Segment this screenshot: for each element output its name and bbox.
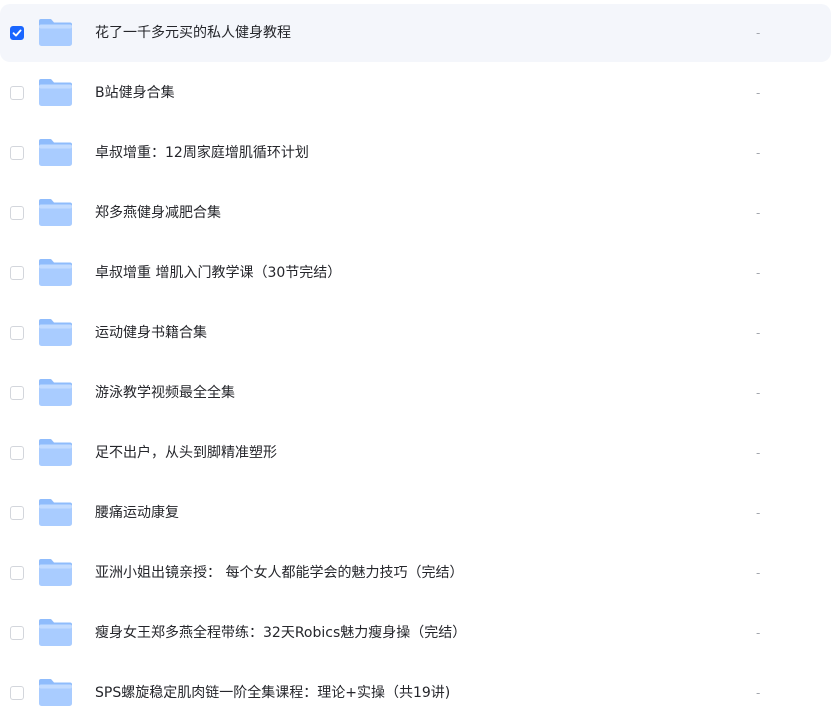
file-size: - [756,326,761,340]
folder-icon[interactable] [38,138,73,167]
file-size: - [756,86,761,100]
file-size: - [756,146,761,160]
file-row[interactable]: 花了一千多元买的私人健身教程 - [0,4,831,62]
row-checkbox[interactable] [10,206,24,220]
file-name[interactable]: 郑多燕健身减肥合集 [95,184,221,242]
file-name[interactable]: 花了一千多元买的私人健身教程 [95,4,291,62]
file-size: - [756,686,761,700]
file-name[interactable]: 瘦身女王郑多燕全程带练：32天Robics魅力瘦身操（完结） [95,604,466,662]
folder-icon[interactable] [38,378,73,407]
row-checkbox[interactable] [10,446,24,460]
row-checkbox[interactable] [10,566,24,580]
file-list: 花了一千多元买的私人健身教程 - B站健身合集 - 卓叔增重：12周家庭增肌循环… [0,0,831,717]
file-row[interactable]: 卓叔增重：12周家庭增肌循环计划 - [0,124,831,182]
file-name[interactable]: 运动健身书籍合集 [95,304,207,362]
folder-icon[interactable] [38,318,73,347]
row-checkbox[interactable] [10,506,24,520]
file-size: - [756,26,761,40]
file-name[interactable]: B站健身合集 [95,64,175,122]
folder-icon[interactable] [38,558,73,587]
row-checkbox[interactable] [10,686,24,700]
file-row[interactable]: SPS螺旋稳定肌肉链一阶全集课程：理论+实操（共19讲) - [0,664,831,717]
file-name[interactable]: 卓叔增重：12周家庭增肌循环计划 [95,124,309,182]
row-checkbox[interactable] [10,26,24,40]
folder-icon[interactable] [38,618,73,647]
row-checkbox[interactable] [10,146,24,160]
file-name[interactable]: 卓叔增重 增肌入门教学课（30节完结） [95,244,341,302]
row-checkbox[interactable] [10,386,24,400]
checkmark-icon [12,29,22,37]
row-checkbox[interactable] [10,86,24,100]
file-size: - [756,506,761,520]
file-name[interactable]: 亚洲小姐出镜亲授： 每个女人都能学会的魅力技巧（完结） [95,544,463,602]
file-row[interactable]: 郑多燕健身减肥合集 - [0,184,831,242]
file-row[interactable]: B站健身合集 - [0,64,831,122]
file-row[interactable]: 卓叔增重 增肌入门教学课（30节完结） - [0,244,831,302]
row-checkbox[interactable] [10,266,24,280]
folder-icon[interactable] [38,498,73,527]
file-size: - [756,566,761,580]
folder-icon[interactable] [38,258,73,287]
file-size: - [756,206,761,220]
folder-icon[interactable] [38,678,73,707]
file-row[interactable]: 游泳教学视频最全全集 - [0,364,831,422]
file-size: - [756,446,761,460]
folder-icon[interactable] [38,18,73,47]
file-row[interactable]: 瘦身女王郑多燕全程带练：32天Robics魅力瘦身操（完结） - [0,604,831,662]
file-row[interactable]: 运动健身书籍合集 - [0,304,831,362]
folder-icon[interactable] [38,78,73,107]
file-name[interactable]: 游泳教学视频最全全集 [95,364,235,422]
row-checkbox[interactable] [10,626,24,640]
file-name[interactable]: 腰痛运动康复 [95,484,179,542]
folder-icon[interactable] [38,198,73,227]
file-row[interactable]: 腰痛运动康复 - [0,484,831,542]
folder-icon[interactable] [38,438,73,467]
file-row[interactable]: 亚洲小姐出镜亲授： 每个女人都能学会的魅力技巧（完结） - [0,544,831,602]
row-checkbox[interactable] [10,326,24,340]
file-size: - [756,386,761,400]
file-row[interactable]: 足不出户，从头到脚精准塑形 - [0,424,831,482]
file-name[interactable]: SPS螺旋稳定肌肉链一阶全集课程：理论+实操（共19讲) [95,664,450,717]
file-name[interactable]: 足不出户，从头到脚精准塑形 [95,424,277,482]
file-size: - [756,266,761,280]
file-size: - [756,626,761,640]
